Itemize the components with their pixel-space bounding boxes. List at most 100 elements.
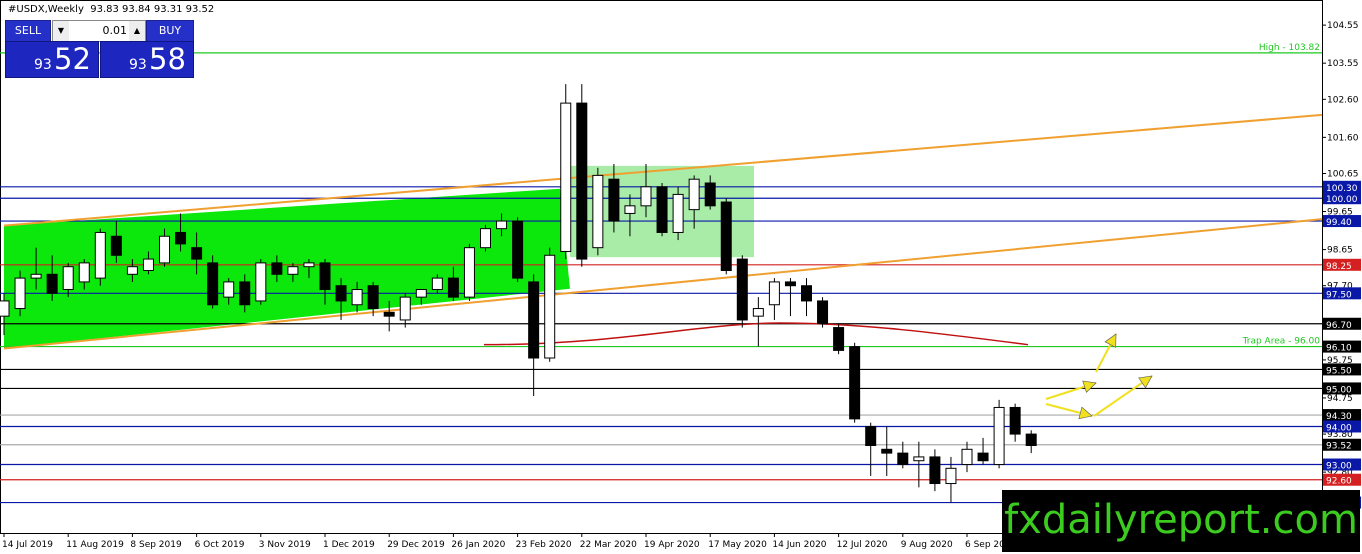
time-tick-label: 29 Dec 2019 xyxy=(387,540,445,550)
sell-price-pips: 52 xyxy=(54,42,91,76)
time-tick-label: 6 Oct 2019 xyxy=(195,540,245,550)
candle-body xyxy=(865,425,877,447)
candle-body xyxy=(496,220,508,230)
candle-body xyxy=(640,186,652,207)
arrow-head-icon xyxy=(1082,380,1097,393)
candle-body xyxy=(833,327,845,351)
candle-body xyxy=(913,456,925,462)
candle-body xyxy=(223,281,235,298)
sell-button[interactable]: SELL xyxy=(5,20,51,42)
candle-body xyxy=(287,266,299,275)
candle-body xyxy=(736,258,748,321)
candle-body xyxy=(1025,433,1037,446)
candle-body xyxy=(592,174,604,249)
candle-body xyxy=(768,281,780,306)
candle-body xyxy=(752,308,764,317)
time-tick-label: 8 Sep 2019 xyxy=(130,540,182,550)
price-chart[interactable]: 104.55103.55102.60101.60100.6599.6598.65… xyxy=(0,0,1362,554)
sell-price[interactable]: 93 52 xyxy=(5,41,99,78)
price-level-tag-label: 100.00 xyxy=(1326,195,1358,205)
candle-body xyxy=(431,277,443,291)
candle-body xyxy=(126,266,138,275)
buy-price-prefix: 93 xyxy=(129,57,147,73)
candle-body xyxy=(30,273,42,279)
candle-body xyxy=(46,273,58,294)
buy-price[interactable]: 93 58 xyxy=(100,41,194,78)
candle-body xyxy=(175,231,187,245)
candle-body xyxy=(110,235,122,256)
level-line-label: Trap Area - 96.00 xyxy=(1242,337,1321,347)
price-level-tag-label: 99.40 xyxy=(1326,218,1352,228)
sell-price-prefix: 93 xyxy=(34,57,52,73)
candle-body xyxy=(672,193,684,233)
candle-body xyxy=(849,346,861,420)
time-tick-label: 11 Aug 2019 xyxy=(66,540,124,550)
candle-body xyxy=(62,266,74,291)
candle-body xyxy=(624,205,636,214)
candle-body xyxy=(897,452,909,466)
time-tick-label: 26 Jan 2020 xyxy=(451,540,505,550)
price-tick-label: 102.60 xyxy=(1327,95,1359,105)
time-tick-label: 3 Nov 2019 xyxy=(259,540,311,550)
candle-body xyxy=(142,258,154,271)
chevron-down-icon[interactable]: ▼ xyxy=(53,21,69,41)
time-tick-label: 1 Dec 2019 xyxy=(323,540,375,550)
candle-body xyxy=(480,228,491,249)
candle-body xyxy=(399,296,411,321)
candle-body xyxy=(512,220,524,279)
price-level-tag-label: 93.00 xyxy=(1326,462,1352,472)
candle-body xyxy=(255,262,267,302)
candle-body xyxy=(78,262,90,283)
candle-body xyxy=(881,448,893,454)
candle-body xyxy=(319,262,331,291)
lot-size-field[interactable]: ▼ 0.01 ▲ xyxy=(52,20,146,42)
candle-body xyxy=(688,178,700,211)
price-level-tag-label: 96.70 xyxy=(1326,321,1352,331)
price-tick-label: 100.65 xyxy=(1327,169,1359,179)
candle-body xyxy=(207,262,219,306)
price-tick-label: 101.60 xyxy=(1327,133,1359,143)
candle-body xyxy=(528,281,540,359)
price-level-tag-label: 95.00 xyxy=(1326,385,1352,395)
candle-body xyxy=(576,102,588,260)
candle-body xyxy=(945,467,957,485)
price-level-tag-label: 94.00 xyxy=(1326,423,1352,433)
time-tick-label: 23 Feb 2020 xyxy=(516,540,572,550)
candle-body xyxy=(367,285,379,310)
chevron-up-icon[interactable]: ▲ xyxy=(129,21,145,41)
candle-body xyxy=(463,247,475,298)
moving-average-line xyxy=(483,322,1029,346)
chart-ohlc: 93.83 93.84 93.31 93.52 xyxy=(90,4,215,15)
candle-body xyxy=(415,289,427,298)
buy-price-pips: 58 xyxy=(149,42,186,76)
candle-body xyxy=(0,300,10,317)
candle-body xyxy=(977,452,989,462)
watermark-logo: fxdailyreport.com xyxy=(1002,490,1360,552)
chart-header: #USDX,Weekly 93.83 93.84 93.31 93.52 xyxy=(8,4,214,15)
candle-body xyxy=(303,262,315,268)
candle-body xyxy=(159,235,170,264)
arrow-head-icon xyxy=(1078,406,1093,420)
candle-body xyxy=(656,186,668,233)
time-tick-label: 9 Aug 2020 xyxy=(901,540,953,550)
candle-body xyxy=(704,182,716,207)
buy-button[interactable]: BUY xyxy=(146,20,194,42)
candle-body xyxy=(271,262,283,275)
candle-body xyxy=(929,456,941,485)
time-tick-label: 19 Apr 2020 xyxy=(644,540,700,550)
level-line-label: High - 103.82 xyxy=(1259,43,1320,53)
price-level-tag-label: 93.52 xyxy=(1326,442,1352,452)
candle-body xyxy=(961,448,973,466)
candle-body xyxy=(383,311,395,317)
time-tick-label: 22 Mar 2020 xyxy=(580,540,637,550)
lot-size-value[interactable]: 0.01 xyxy=(71,21,128,41)
candle-body xyxy=(608,178,620,222)
candle-body xyxy=(801,285,812,302)
candle-body xyxy=(1009,406,1021,435)
candle-body xyxy=(784,281,796,287)
time-tick-label: 14 Jun 2020 xyxy=(772,540,826,550)
price-tick-label: 94.75 xyxy=(1327,394,1353,404)
candle-body xyxy=(335,285,347,302)
candle-body xyxy=(94,231,106,279)
price-tick-label: 104.55 xyxy=(1327,21,1359,31)
